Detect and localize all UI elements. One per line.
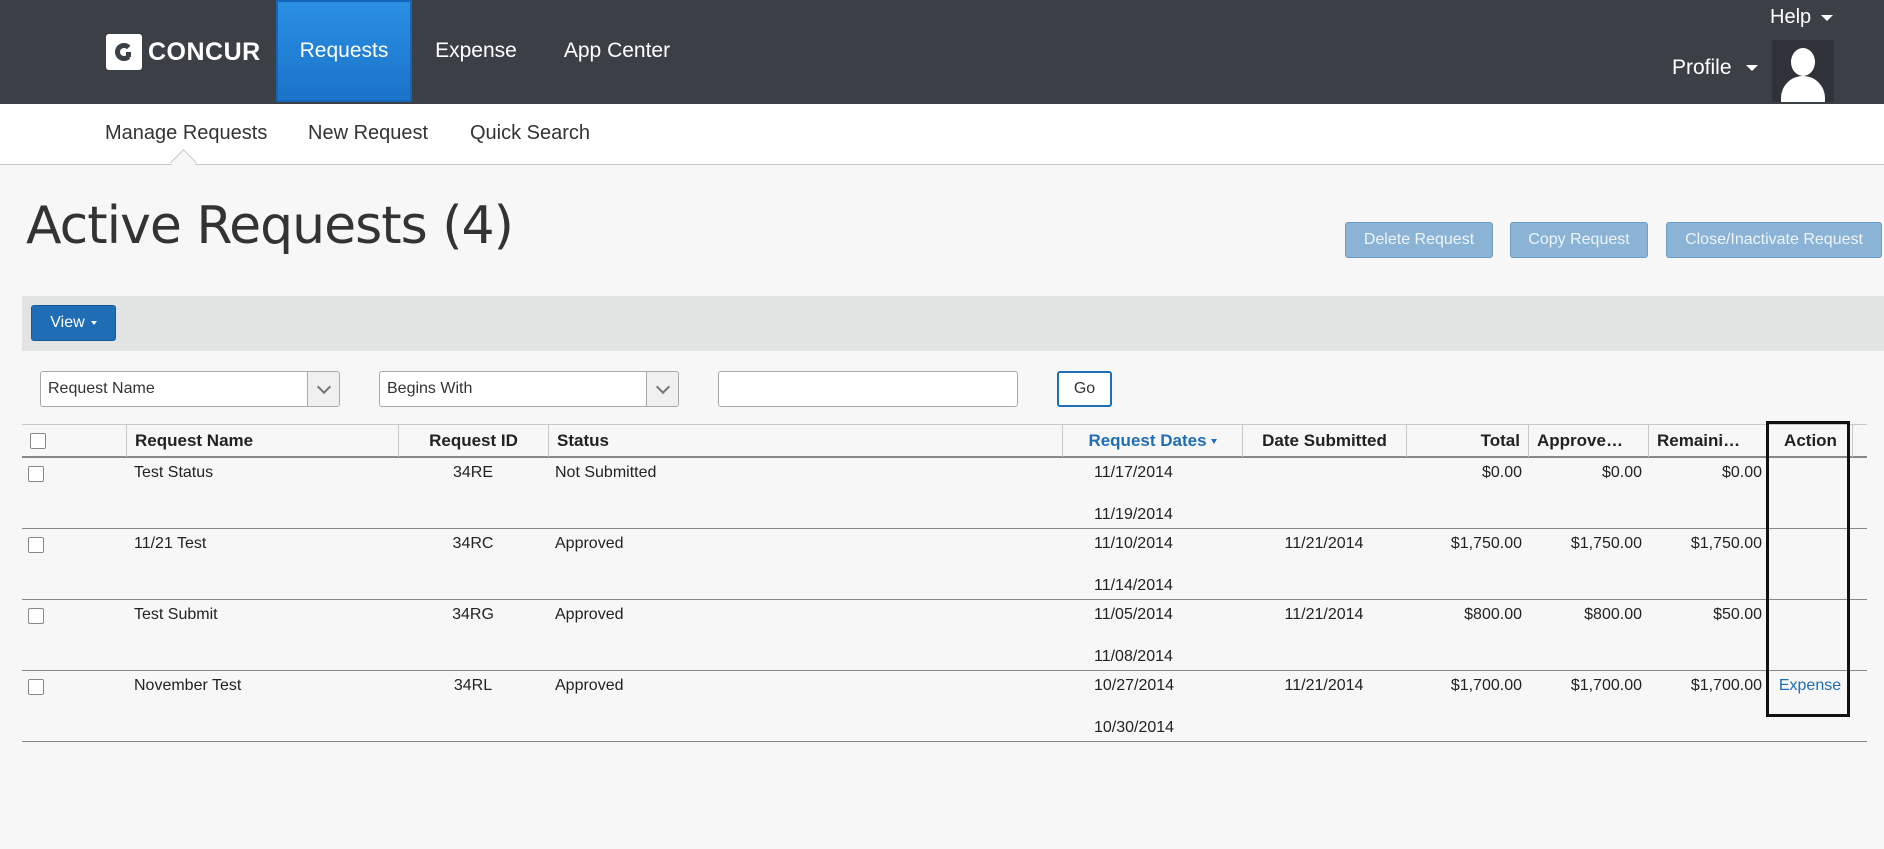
dropdown-arrow-icon[interactable] <box>646 372 678 406</box>
search-operator-value: Begins With <box>387 380 473 397</box>
col-approved[interactable]: Approve… <box>1528 425 1648 457</box>
cell-start-date: 11/05/2014 <box>1094 606 1173 623</box>
cell-end-date: 10/30/2014 <box>1094 719 1175 736</box>
cell-request-id: 34RL <box>453 677 493 694</box>
select-all-checkbox[interactable] <box>30 433 46 449</box>
cell-request-id: 34RE <box>452 464 494 481</box>
chevron-down-icon <box>1745 65 1758 71</box>
cell-approved: $0.00 <box>1601 464 1642 481</box>
cell-status: Approved <box>555 606 624 623</box>
search-field-value: Request Name <box>48 380 155 397</box>
cell-request-name[interactable]: Test Status <box>134 464 213 482</box>
row-checkbox[interactable] <box>28 608 44 624</box>
col-date-submitted[interactable]: Date Submitted <box>1242 425 1406 457</box>
cell-start-date: 11/10/2014 <box>1094 535 1173 552</box>
concur-logo[interactable]: CONCUR <box>106 34 261 70</box>
tab-app-center[interactable]: App Center <box>556 0 678 102</box>
row-checkbox[interactable] <box>28 537 44 553</box>
cell-request-id: 34RC <box>452 535 494 552</box>
search-value-input[interactable] <box>718 371 1018 407</box>
action-column-highlight <box>1766 421 1850 717</box>
select-all-cell <box>22 425 126 457</box>
avatar[interactable] <box>1772 40 1834 102</box>
close-inactivate-request-button[interactable]: Close/Inactivate Request <box>1666 222 1882 258</box>
user-body-icon <box>1781 76 1825 102</box>
table-row[interactable]: 11/21 Test 34RC Approved 11/10/2014 11/1… <box>22 529 1867 600</box>
row-checkbox[interactable] <box>28 466 44 482</box>
profile-label: Profile <box>1672 56 1732 79</box>
tab-requests[interactable]: Requests <box>276 0 412 102</box>
help-menu[interactable]: Help <box>1770 6 1834 29</box>
cell-remaining: $1,700.00 <box>1690 677 1762 694</box>
cell-request-name[interactable]: November Test <box>134 677 241 695</box>
cell-request-name[interactable]: 11/21 Test <box>134 535 206 553</box>
cell-total: $1,750.00 <box>1450 535 1522 552</box>
col-request-dates-label: Request Dates <box>1088 431 1207 450</box>
col-status[interactable]: Status <box>548 425 1062 457</box>
cell-end-date: 11/08/2014 <box>1094 648 1173 665</box>
copy-request-button[interactable]: Copy Request <box>1510 222 1648 258</box>
logo-text: CONCUR <box>148 37 261 66</box>
cell-start-date: 11/17/2014 <box>1094 464 1173 481</box>
row-checkbox[interactable] <box>28 679 44 695</box>
table-row[interactable]: November Test 34RL Approved 10/27/2014 1… <box>22 671 1867 742</box>
subnav-new-request[interactable]: New Request <box>308 122 428 145</box>
cell-request-id: 34RG <box>452 606 494 623</box>
cell-date-submitted: 11/21/2014 <box>1284 606 1364 623</box>
caret-down-icon <box>90 321 97 325</box>
cell-approved: $1,750.00 <box>1570 535 1642 552</box>
cell-approved: $1,700.00 <box>1570 677 1642 694</box>
tab-expense[interactable]: Expense <box>428 0 524 102</box>
cell-total: $0.00 <box>1481 464 1522 481</box>
cell-status: Approved <box>555 535 624 552</box>
page-title: Active Requests (4) <box>26 196 514 256</box>
cell-remaining: $1,750.00 <box>1690 535 1762 552</box>
top-navigation-bar: CONCUR Requests Expense App Center Help … <box>0 0 1884 104</box>
cell-date-submitted: 11/21/2014 <box>1284 535 1364 552</box>
view-toolbar: View <box>22 296 1884 351</box>
help-label: Help <box>1770 6 1812 28</box>
delete-request-button[interactable]: Delete Request <box>1345 222 1493 258</box>
view-button[interactable]: View <box>31 305 116 341</box>
view-label: View <box>50 314 85 331</box>
sub-navigation: Manage Requests New Request Quick Search <box>0 104 1884 165</box>
table-row[interactable]: Test Status 34RE Not Submitted 11/17/201… <box>22 458 1867 529</box>
chevron-down-icon <box>1821 14 1834 21</box>
cell-end-date: 11/19/2014 <box>1094 506 1173 523</box>
search-operator-select[interactable]: Begins With <box>379 371 679 407</box>
col-request-dates[interactable]: Request Dates <box>1062 425 1242 457</box>
col-total[interactable]: Total <box>1406 425 1528 457</box>
dropdown-arrow-icon[interactable] <box>307 372 339 406</box>
subnav-quick-search[interactable]: Quick Search <box>470 122 590 145</box>
cell-remaining: $50.00 <box>1713 606 1762 623</box>
go-button[interactable]: Go <box>1057 371 1112 407</box>
sort-desc-icon <box>1210 438 1217 444</box>
cell-total: $1,700.00 <box>1450 677 1522 694</box>
table-row[interactable]: Test Submit 34RG Approved 11/05/2014 11/… <box>22 600 1867 671</box>
col-spacer <box>1852 425 1869 457</box>
concur-logo-icon <box>106 34 142 70</box>
subnav-manage-requests[interactable]: Manage Requests <box>105 122 267 145</box>
cell-status: Approved <box>555 677 624 694</box>
search-field-select[interactable]: Request Name <box>40 371 340 407</box>
cell-status: Not Submitted <box>555 464 657 481</box>
user-head-icon <box>1791 48 1815 76</box>
cell-total: $800.00 <box>1464 606 1522 623</box>
profile-menu[interactable]: Profile <box>1672 56 1758 80</box>
table-header: Request Name Request ID Status Request D… <box>22 424 1867 458</box>
cell-date-submitted: 11/21/2014 <box>1284 677 1364 694</box>
col-request-name[interactable]: Request Name <box>126 425 398 457</box>
cell-approved: $800.00 <box>1584 606 1642 623</box>
cell-start-date: 10/27/2014 <box>1094 677 1175 694</box>
cell-request-name[interactable]: Test Submit <box>134 606 218 624</box>
col-request-id[interactable]: Request ID <box>398 425 548 457</box>
col-remaining[interactable]: Remaini… <box>1648 425 1768 457</box>
cell-end-date: 11/14/2014 <box>1094 577 1173 594</box>
cell-remaining: $0.00 <box>1721 464 1762 481</box>
